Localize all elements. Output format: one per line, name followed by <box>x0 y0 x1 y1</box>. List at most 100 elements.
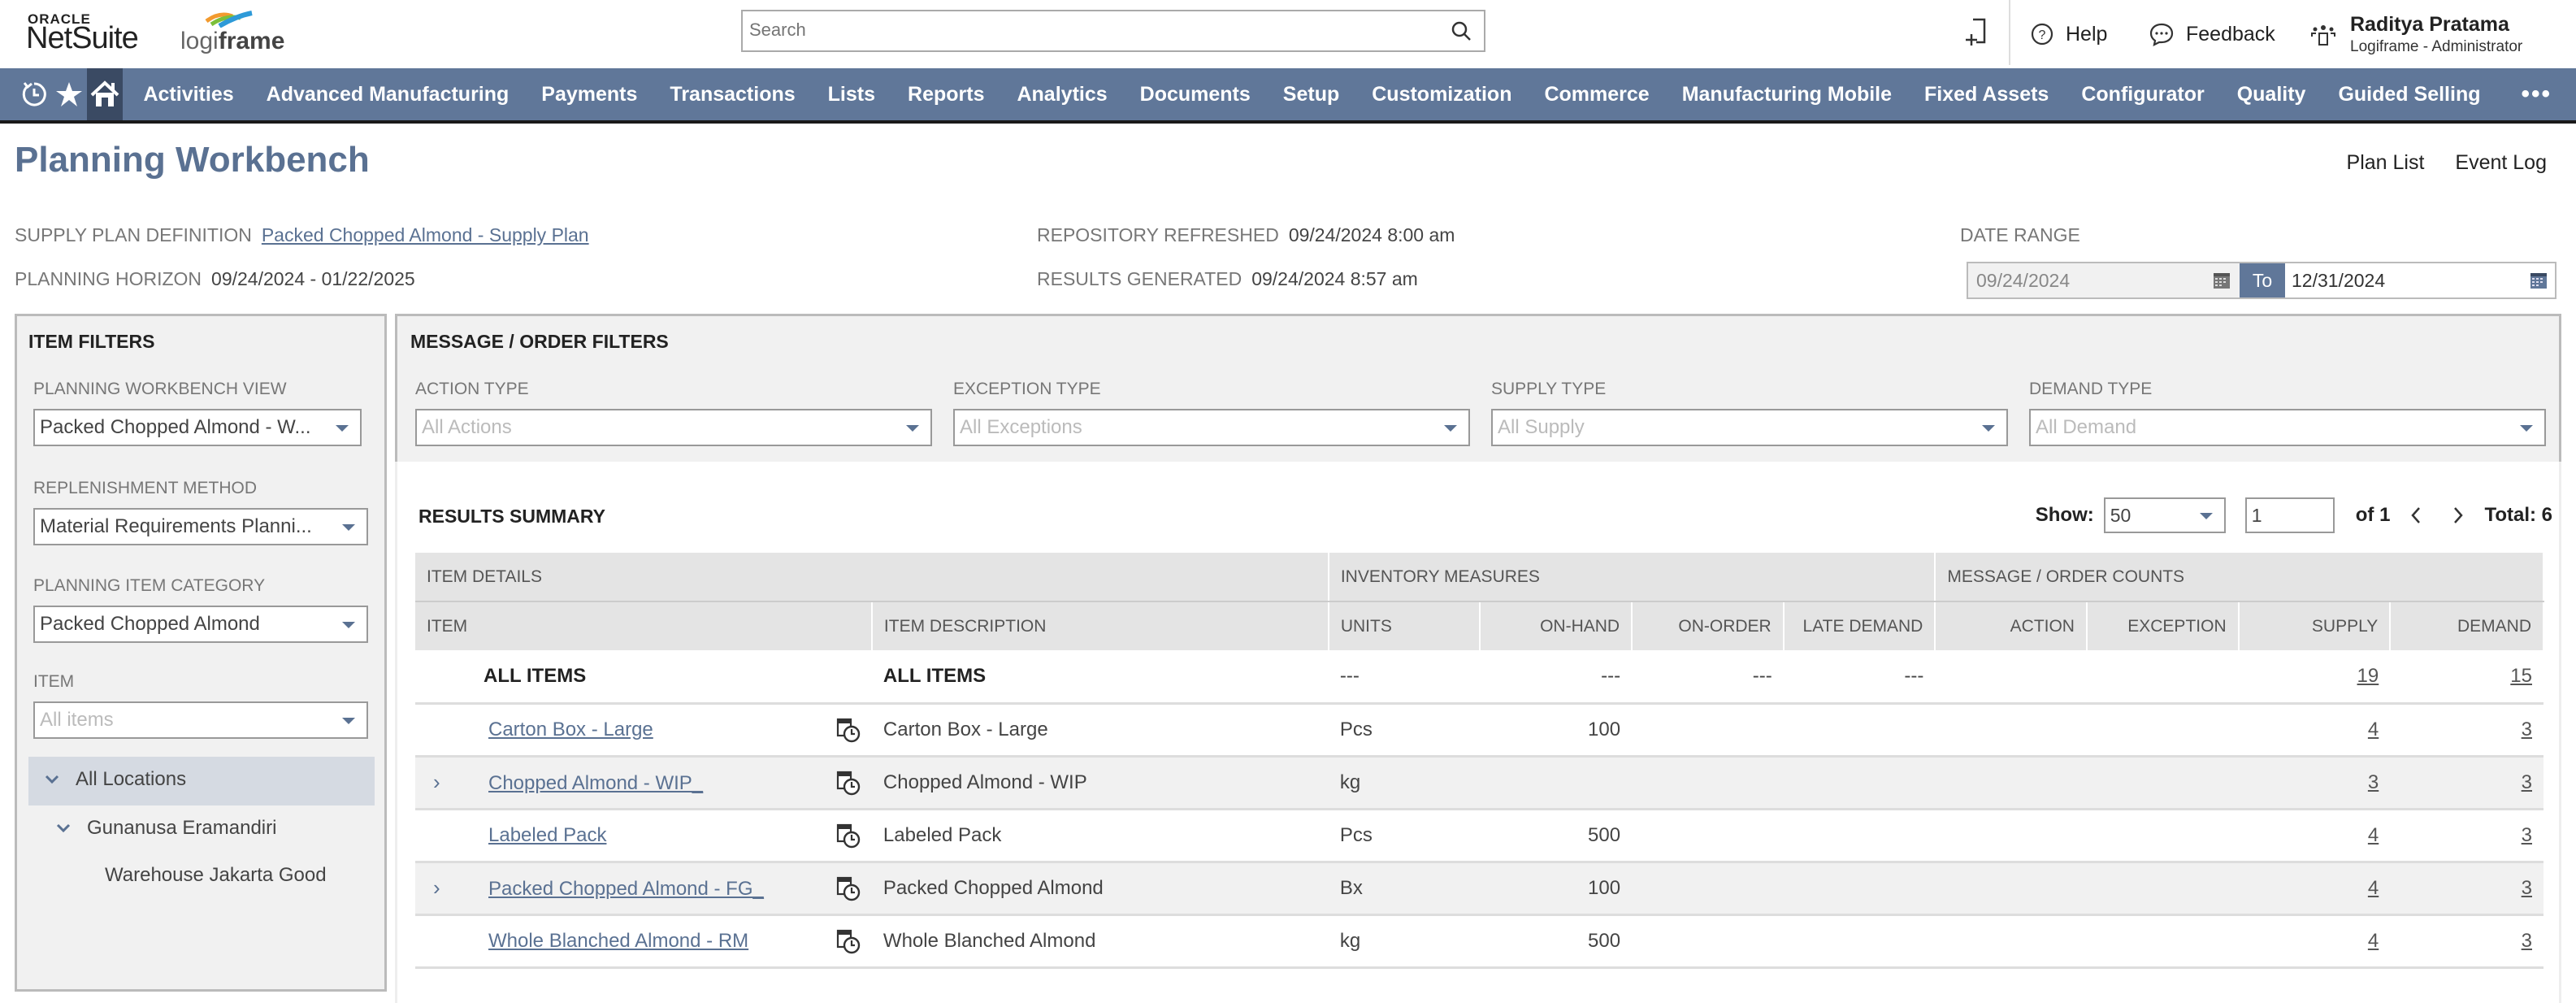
tree-node-warehouse[interactable]: Warehouse Jakarta Good <box>105 864 327 887</box>
supply-type-select[interactable]: All Supply <box>1491 409 2008 446</box>
supply-count-link[interactable]: 4 <box>2368 877 2379 899</box>
col-item-description[interactable]: ITEM DESCRIPTION <box>871 601 1329 650</box>
chevron-right-icon[interactable]: › <box>433 770 458 795</box>
plan-list-link[interactable]: Plan List <box>2347 151 2425 175</box>
col-on-hand[interactable]: ON-HAND <box>1480 601 1633 650</box>
feedback-icon <box>2149 23 2174 46</box>
item-link[interactable]: Packed Chopped Almond - FG_ <box>488 878 764 900</box>
feedback-button[interactable]: Feedback <box>2149 0 2275 68</box>
calendar-icon[interactable] <box>2212 271 2231 290</box>
nav-commerce[interactable]: Commerce <box>1528 83 1665 106</box>
nav-quality[interactable]: Quality <box>2221 83 2322 106</box>
item-link[interactable]: Labeled Pack <box>488 824 606 846</box>
group-inventory-measures: INVENTORY MEASURES <box>1328 553 1936 602</box>
action-type-select[interactable]: All Actions <box>415 409 932 446</box>
cell-exception <box>2086 809 2239 863</box>
nav-fixed-assets[interactable]: Fixed Assets <box>1908 83 2065 106</box>
tree-node-subsidiary[interactable]: Gunanusa Eramandiri <box>56 817 276 840</box>
all-locations-label: All Locations <box>76 768 187 790</box>
demand-count-link[interactable]: 3 <box>2522 719 2532 740</box>
next-page-icon[interactable] <box>2442 505 2474 526</box>
nav-configurator[interactable]: Configurator <box>2065 83 2220 106</box>
demand-count-link[interactable]: 3 <box>2522 824 2532 846</box>
col-demand[interactable]: DEMAND <box>2390 601 2544 650</box>
demand-count-link[interactable]: 3 <box>2522 771 2532 793</box>
nav-analytics[interactable]: Analytics <box>1000 83 1123 106</box>
item-category-select[interactable]: Packed Chopped Almond <box>33 606 368 643</box>
supply-count-link[interactable]: 4 <box>2368 719 2379 740</box>
shortcuts-button[interactable] <box>51 68 86 120</box>
nav-customization[interactable]: Customization <box>1355 83 1528 106</box>
help-button[interactable]: ? Help <box>2030 0 2107 68</box>
chevron-right-icon[interactable]: › <box>433 875 458 901</box>
schedule-icon[interactable] <box>835 770 862 797</box>
page-number-input[interactable]: 1 <box>2244 497 2335 533</box>
results-table: ITEM DETAILS INVENTORY MEASURES MESSAGE … <box>415 553 2544 969</box>
schedule-icon[interactable] <box>835 717 862 745</box>
chevron-down-icon[interactable] <box>56 821 71 836</box>
netsuite-logo[interactable]: NetSuite <box>26 21 139 56</box>
home-button[interactable] <box>86 68 123 120</box>
help-icon: ? <box>2031 23 2053 46</box>
search-input[interactable] <box>743 11 1425 49</box>
prev-page-icon[interactable] <box>2400 505 2432 526</box>
nav-manufacturing-mobile[interactable]: Manufacturing Mobile <box>1666 83 1908 106</box>
supply-plan-link[interactable]: Packed Chopped Almond - Supply Plan <box>262 224 589 245</box>
item-select[interactable]: All items <box>33 701 368 739</box>
tree-node-all-locations[interactable]: All Locations <box>45 768 186 791</box>
date-from-field[interactable]: 09/24/2024 <box>1968 263 2240 297</box>
cell-description: Packed Chopped Almond <box>871 862 1329 916</box>
item-link[interactable]: Carton Box - Large <box>488 719 653 740</box>
cell-units: kg <box>1328 914 1481 969</box>
date-to-field[interactable]: 12/31/2024 <box>2285 263 2555 297</box>
recent-records-button[interactable] <box>16 68 51 120</box>
page-size-select[interactable]: 50 <box>2103 497 2226 533</box>
item-link[interactable]: Whole Blanched Almond - RM <box>488 930 748 952</box>
supply-count-link[interactable]: 4 <box>2368 930 2379 952</box>
nav-lists[interactable]: Lists <box>812 83 891 106</box>
nav-setup[interactable]: Setup <box>1267 83 1355 106</box>
schedule-icon[interactable] <box>835 928 862 956</box>
col-late-demand[interactable]: LATE DEMAND <box>1783 601 1936 650</box>
exception-type-select[interactable]: All Exceptions <box>953 409 1470 446</box>
nav-payments[interactable]: Payments <box>525 83 653 106</box>
supply-count-link[interactable]: 4 <box>2368 824 2379 846</box>
results-generated-value: 09/24/2024 8:57 am <box>1251 268 1418 289</box>
col-units[interactable]: UNITS <box>1328 601 1481 650</box>
nav-advanced-manufacturing[interactable]: Advanced Manufacturing <box>250 83 526 106</box>
chevron-down-icon[interactable] <box>45 772 59 787</box>
col-exception[interactable]: EXCEPTION <box>2086 601 2240 650</box>
schedule-icon[interactable] <box>835 875 862 903</box>
summary-supply-link[interactable]: 19 <box>2357 665 2379 687</box>
new-record-icon[interactable] <box>1965 18 1989 47</box>
nav-documents[interactable]: Documents <box>1124 83 1267 106</box>
global-search[interactable] <box>741 10 1485 52</box>
demand-count-link[interactable]: 3 <box>2522 877 2532 899</box>
calendar-icon[interactable] <box>2529 271 2548 290</box>
item-link[interactable]: Chopped Almond - WIP_ <box>488 772 703 794</box>
summary-demand-link[interactable]: 15 <box>2510 665 2532 687</box>
planning-view-select[interactable]: Packed Chopped Almond - W... <box>33 409 362 446</box>
search-icon[interactable] <box>1450 20 1472 42</box>
event-log-link[interactable]: Event Log <box>2455 151 2547 175</box>
nav-transactions[interactable]: Transactions <box>653 83 811 106</box>
logo-bold-text: frame <box>218 28 285 54</box>
nav-more-button[interactable]: ••• <box>2496 80 2576 108</box>
supply-count-link[interactable]: 3 <box>2368 771 2379 793</box>
cell-action <box>1935 703 2087 758</box>
replenishment-method-select[interactable]: Material Requirements Planni... <box>33 508 368 545</box>
demand-count-link[interactable]: 3 <box>2522 930 2532 952</box>
demand-type-select[interactable]: All Demand <box>2029 409 2546 446</box>
nav-reports[interactable]: Reports <box>891 83 1000 106</box>
item-filters-title: ITEM FILTERS <box>28 331 155 352</box>
warehouse-label: Warehouse Jakarta Good <box>105 864 327 886</box>
user-menu[interactable]: Raditya Pratama Logiframe - Administrato… <box>2309 0 2522 68</box>
col-item[interactable]: ITEM <box>415 601 873 650</box>
col-on-order[interactable]: ON-ORDER <box>1632 601 1785 650</box>
schedule-icon[interactable] <box>835 823 862 850</box>
nav-guided-selling[interactable]: Guided Selling <box>2322 83 2496 106</box>
col-supply[interactable]: SUPPLY <box>2238 601 2392 650</box>
nav-activities[interactable]: Activities <box>127 83 249 106</box>
supply-type-placeholder: All Supply <box>1498 416 1585 438</box>
col-action[interactable]: ACTION <box>1935 601 2088 650</box>
